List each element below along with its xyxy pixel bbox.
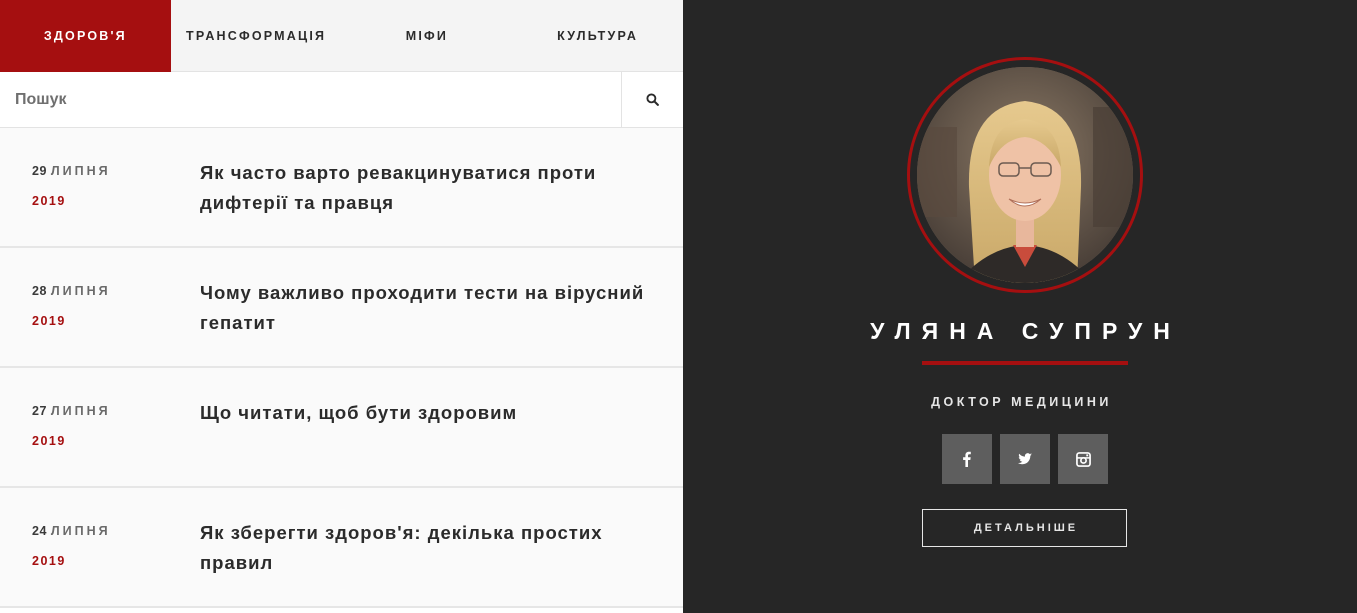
article-title-link[interactable]: Як зберегти здоров'я: декілька простих п…	[200, 518, 660, 578]
left-column: ЗДОРОВ'Я ТРАНСФОРМАЦІЯ МІФИ КУЛЬТУРА 29Л…	[0, 0, 683, 613]
article-item[interactable]: 27 ЛИПНЯ 2019 Що читати, щоб бути здорови…	[0, 368, 683, 488]
article-item[interactable]: 29 ЛИПНЯ 2019 Як часто варто ревакцинуват…	[0, 128, 683, 248]
profile-role: ДОКТОР МЕДИЦИНИ	[931, 395, 1112, 409]
search-icon	[646, 93, 659, 106]
article-date: 24 ЛИПНЯ 2019	[32, 524, 111, 568]
tab-culture[interactable]: КУЛЬТУРА	[512, 0, 683, 71]
name-divider	[922, 361, 1128, 365]
category-tabs: ЗДОРОВ'Я ТРАНСФОРМАЦІЯ МІФИ КУЛЬТУРА	[0, 0, 683, 72]
article-year: 2019	[32, 434, 66, 448]
article-list: 29 ЛИПНЯ 2019 Як часто варто ревакцинуват…	[0, 128, 683, 608]
article-date: 28 ЛИПНЯ 2019	[32, 284, 111, 328]
article-month: ЛИПНЯ	[50, 404, 111, 418]
twitter-icon	[1018, 453, 1032, 465]
more-details-button[interactable]: ДЕТАЛЬНІШЕ	[922, 509, 1127, 547]
search-input[interactable]	[0, 72, 621, 127]
facebook-button[interactable]	[942, 434, 992, 484]
article-day: 29	[32, 164, 47, 178]
article-year: 2019	[32, 554, 66, 568]
instagram-icon	[1075, 451, 1091, 467]
instagram-button[interactable]	[1058, 434, 1108, 484]
article-day: 28	[32, 284, 47, 298]
article-title-link[interactable]: Що читати, щоб бути здоровим	[200, 398, 660, 428]
article-month: ЛИПНЯ	[50, 524, 111, 538]
twitter-button[interactable]	[1000, 434, 1050, 484]
profile-name: УЛЯНА СУПРУН	[870, 318, 1181, 344]
tab-myths[interactable]: МІФИ	[342, 0, 513, 71]
article-day: 24	[32, 524, 47, 538]
tab-health[interactable]: ЗДОРОВ'Я	[0, 0, 171, 72]
article-month: ЛИПНЯ	[50, 284, 111, 298]
facebook-icon	[963, 451, 971, 467]
article-month: ЛИПНЯ	[50, 164, 111, 178]
avatar	[917, 67, 1133, 283]
article-year: 2019	[32, 194, 66, 208]
article-item[interactable]: 28 ЛИПНЯ 2019 Чому важливо проходити тест…	[0, 248, 683, 368]
article-date: 29 ЛИПНЯ 2019	[32, 164, 111, 208]
profile-panel: УЛЯНА СУПРУН ДОКТОР МЕДИЦИНИ ДЕТАЛЬНІШЕ	[683, 0, 1357, 613]
article-day: 27	[32, 404, 47, 418]
tab-transformation[interactable]: ТРАНСФОРМАЦІЯ	[171, 0, 342, 71]
social-links	[942, 434, 1108, 484]
article-date: 27 ЛИПНЯ 2019	[32, 404, 111, 448]
article-item[interactable]: 24 ЛИПНЯ 2019 Як зберегти здоров'я: декіл…	[0, 488, 683, 608]
article-title-link[interactable]: Як часто варто ревакцинуватися проти диф…	[200, 158, 660, 218]
avatar-photo	[917, 67, 1133, 283]
search-button[interactable]	[621, 72, 683, 127]
article-title-link[interactable]: Чому важливо проходити тести на вірусний…	[200, 278, 660, 338]
search-bar	[0, 72, 683, 128]
article-year: 2019	[32, 314, 66, 328]
